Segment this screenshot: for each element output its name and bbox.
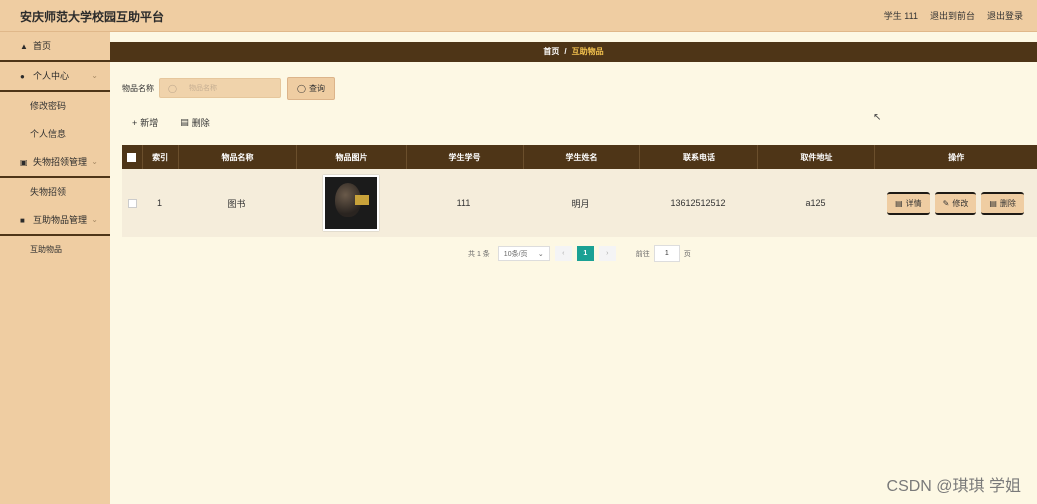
chevron-down-icon: ⌄	[91, 215, 98, 224]
main-content: 首页 / 互助物品 物品名称 ◯ 物品名称 ◯ 查询 + 新增 ▤ 删除 索引 物品名称…	[110, 32, 1037, 504]
action-row: + 新增 ▤ 删除	[132, 116, 210, 129]
chevron-right-icon: ›	[606, 250, 609, 257]
column-header: 物品图片	[297, 145, 407, 169]
chevron-down-icon: ⌄	[91, 71, 98, 80]
table-header: 索引 物品名称 物品图片 学生学号 学生姓名 联系电话 取件地址 操作	[122, 145, 1037, 169]
watermark: CSDN @琪琪 学姐	[886, 478, 1021, 495]
chevron-left-icon: ‹	[562, 250, 565, 257]
row-delete-button[interactable]: ▤ 删除	[981, 191, 1024, 215]
sidebar-item-mutual-items-mgmt[interactable]: ■ 互助物品管理 ⌄	[0, 206, 110, 236]
page-unit-label: 页	[683, 250, 691, 258]
sidebar: ▲ 首页 ● 个人中心 ⌄ 修改密码 个人信息 ▣ 失物招领管理 ⌄ 失物招领 ■ 互助…	[0, 32, 110, 504]
sidebar-item-home[interactable]: ▲ 首页	[0, 32, 110, 62]
column-header: 操作	[948, 152, 965, 162]
column-header: 索引	[143, 145, 179, 169]
logout-link[interactable]: 退出登录	[987, 9, 1023, 22]
cell-student-id: 111	[456, 198, 471, 208]
page-size-select[interactable]: 10条/页 ⌄	[497, 246, 550, 261]
search-button[interactable]: ◯ 查询	[287, 76, 335, 100]
cell-student-name: 明月	[571, 198, 590, 209]
chevron-down-icon: ⌄	[537, 250, 544, 258]
pencil-icon: ✎	[942, 198, 950, 208]
page-number-button[interactable]: 1	[576, 246, 594, 261]
breadcrumb-current: 互助物品	[571, 47, 604, 56]
item-image[interactable]	[322, 175, 379, 231]
search-icon: ◯	[168, 83, 177, 93]
sidebar-item-label: 个人中心	[33, 71, 70, 81]
column-header: 学生姓名	[524, 145, 641, 169]
column-header: 物品名称	[179, 145, 298, 169]
search-placeholder: 物品名称	[188, 85, 217, 92]
chevron-down-icon: ⌄	[91, 157, 98, 166]
table-row: 1 图书 111 明月 13612512512 a125 ▤ 详情 ✎ 修改 ▤ 删除	[122, 169, 1037, 237]
chart-icon: ▣	[20, 158, 28, 167]
sidebar-item-personal[interactable]: ● 个人中心 ⌄	[0, 62, 110, 92]
home-icon: ▲	[20, 42, 28, 51]
row-delete-button-label: 删除	[999, 198, 1016, 208]
search-icon: ◯	[297, 83, 306, 93]
edit-button[interactable]: ✎ 修改	[934, 191, 977, 215]
column-header: 学生学号	[407, 145, 524, 169]
search-button-label: 查询	[308, 83, 325, 93]
sidebar-item-personal-info[interactable]: 个人信息	[0, 120, 110, 148]
cell-address: a125	[805, 198, 826, 208]
plus-icon: +	[132, 117, 138, 128]
row-checkbox-cell	[122, 169, 142, 237]
cell-item-name: 图书	[227, 198, 246, 209]
sidebar-item-label: 首页	[33, 41, 52, 51]
prev-page-button[interactable]: ‹	[554, 246, 572, 261]
trash-icon: ▤	[180, 117, 189, 127]
sidebar-item-mutual-items[interactable]: 互助物品	[0, 236, 110, 264]
items-table: 索引 物品名称 物品图片 学生学号 学生姓名 联系电话 取件地址 操作 1 图书…	[122, 145, 1037, 237]
select-all-checkbox[interactable]	[127, 152, 137, 162]
search-label: 物品名称	[122, 83, 154, 93]
delete-button[interactable]: ▤ 删除	[180, 116, 210, 129]
top-bar: 安庆师范大学校园互助平台 学生 111 退出到前台 退出登录	[0, 0, 1037, 32]
delete-button-label: 删除	[191, 118, 210, 128]
goto-label: 前往	[635, 250, 650, 258]
current-user: 学生 111	[883, 11, 918, 21]
breadcrumb: 首页 / 互助物品	[110, 42, 1037, 62]
pager-total: 共 1 条	[468, 250, 490, 258]
search-input[interactable]: ◯ 物品名称	[159, 78, 281, 98]
search-row: 物品名称 ◯ 物品名称 ◯ 查询	[122, 76, 335, 100]
edit-button-label: 修改	[952, 198, 969, 208]
add-button-label: 新增	[140, 118, 159, 128]
cell-index: 1	[156, 198, 162, 208]
add-button[interactable]: + 新增	[132, 116, 158, 129]
breadcrumb-home[interactable]: 首页	[543, 47, 559, 56]
cell-phone: 13612512512	[670, 198, 726, 208]
column-header: 取件地址	[758, 145, 876, 169]
sidebar-item-lost-found-mgmt[interactable]: ▣ 失物招领管理 ⌄	[0, 148, 110, 178]
sidebar-item-lost-found[interactable]: 失物招领	[0, 178, 110, 206]
goto-page-input[interactable]: 1	[653, 245, 680, 262]
mouse-cursor-icon: ↖	[873, 112, 882, 123]
breadcrumb-separator: /	[564, 47, 567, 56]
box-icon: ■	[20, 216, 25, 225]
cell-operations: ▤ 详情 ✎ 修改 ▤ 删除	[874, 169, 1037, 237]
select-all-cell	[122, 145, 143, 169]
page-size-value: 10条/页	[503, 250, 528, 258]
user-icon: ●	[20, 72, 25, 81]
sidebar-item-change-password[interactable]: 修改密码	[0, 92, 110, 120]
sidebar-item-label: 互助物品管理	[33, 215, 88, 225]
column-header: 联系电话	[640, 145, 759, 169]
pagination: 共 1 条 10条/页 ⌄ ‹ 1 › 前往 1 页	[468, 245, 691, 262]
next-page-button[interactable]: ›	[598, 246, 616, 261]
row-checkbox[interactable]	[127, 198, 137, 208]
detail-button[interactable]: ▤ 详情	[887, 191, 930, 215]
cell-item-image	[296, 169, 405, 237]
back-to-front-link[interactable]: 退出到前台	[930, 9, 975, 22]
top-right-links: 学生 111 退出到前台 退出登录	[884, 9, 1023, 22]
document-icon: ▤	[895, 198, 903, 208]
app-title: 安庆师范大学校园互助平台	[20, 10, 165, 24]
detail-button-label: 详情	[905, 198, 922, 208]
trash-icon: ▤	[989, 198, 997, 208]
sidebar-item-label: 失物招领管理	[33, 157, 88, 167]
